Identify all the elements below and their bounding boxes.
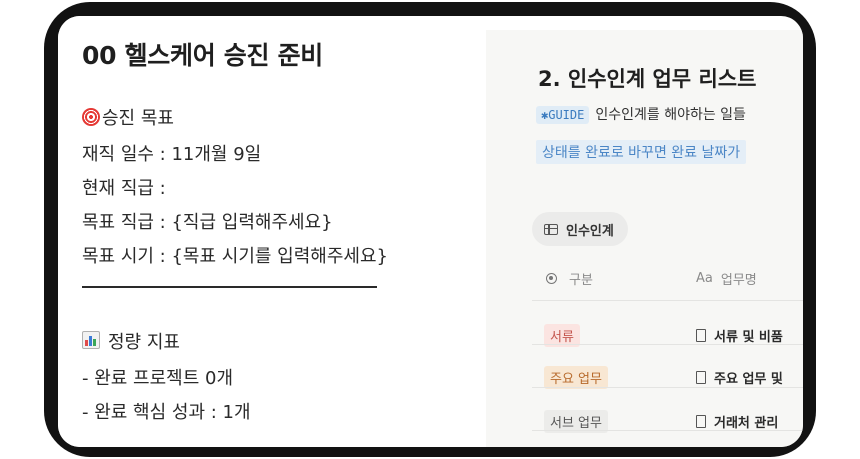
bar-chart-icon	[82, 331, 100, 349]
page-title: 00 헬스케어 승진 준비	[82, 41, 324, 70]
guide-badge: ✱GUIDE	[536, 106, 590, 124]
row-divider	[532, 387, 803, 388]
target-rank: 목표 직급 : {직급 입력해주세요}	[82, 212, 333, 233]
handover-title: 2. 인수인계 업무 리스트	[538, 67, 757, 91]
target-icon	[82, 108, 100, 126]
completed-projects: - 완료 프로젝트 0개	[82, 368, 234, 389]
column-header-category[interactable]: 구분	[546, 269, 593, 288]
tag-main-task[interactable]: 주요 업무	[544, 366, 608, 389]
row-2-name: 주요 업무 및	[714, 372, 783, 387]
document-icon	[696, 329, 706, 342]
row-divider	[532, 344, 803, 345]
target-time: 목표 시기 : {목표 시기를 입력해주세요}	[82, 246, 388, 267]
section-metrics-label: 정량 지표	[108, 332, 180, 353]
column-header-task-label: 업무명	[720, 273, 757, 288]
section-goal-label: 승진 목표	[102, 108, 174, 129]
text-property-icon: Aa	[696, 271, 713, 286]
row-3-name: 거래처 관리	[714, 416, 779, 431]
view-tab-handover[interactable]: 인수인계	[532, 212, 628, 246]
document-icon	[696, 371, 706, 384]
column-header-task[interactable]: Aa 업무명	[696, 269, 757, 288]
days-employed: 재직 일수 : 11개월 9일	[82, 144, 262, 165]
table-icon	[544, 223, 558, 235]
row-divider	[532, 430, 803, 431]
document-icon	[696, 415, 706, 428]
row-divider	[532, 300, 803, 301]
row-1-name: 서류 및 비품	[714, 330, 783, 345]
table-row-3-name[interactable]: 거래처 관리	[696, 412, 778, 431]
current-rank: 현재 직급 :	[82, 178, 166, 199]
completed-results: - 완료 핵심 성과 : 1개	[82, 402, 251, 423]
select-property-icon	[546, 273, 557, 284]
table-row-2-name[interactable]: 주요 업무 및	[696, 368, 783, 387]
table-row-1-name[interactable]: 서류 및 비품	[696, 326, 783, 345]
left-page: 00 헬스케어 승진 준비 승진 목표 재직 일수 : 11개월 9일 현재 직…	[58, 16, 486, 447]
view-tab-label: 인수인계	[566, 223, 614, 239]
divider	[82, 286, 377, 288]
section-goal: 승진 목표	[82, 104, 174, 130]
guide-row: ✱GUIDE 인수인계를 해야하는 일들	[536, 104, 746, 124]
right-page: 2. 인수인계 업무 리스트 ✱GUIDE 인수인계를 해야하는 일들 상태를 완…	[486, 30, 803, 447]
hint-text: 상태를 완료로 바꾸면 완료 날짜가	[536, 140, 747, 164]
screen: 00 헬스케어 승진 준비 승진 목표 재직 일수 : 11개월 9일 현재 직…	[58, 16, 803, 447]
section-metrics: 정량 지표	[82, 328, 180, 354]
column-header-category-label: 구분	[569, 273, 593, 288]
guide-text: 인수인계를 해야하는 일들	[595, 107, 746, 123]
